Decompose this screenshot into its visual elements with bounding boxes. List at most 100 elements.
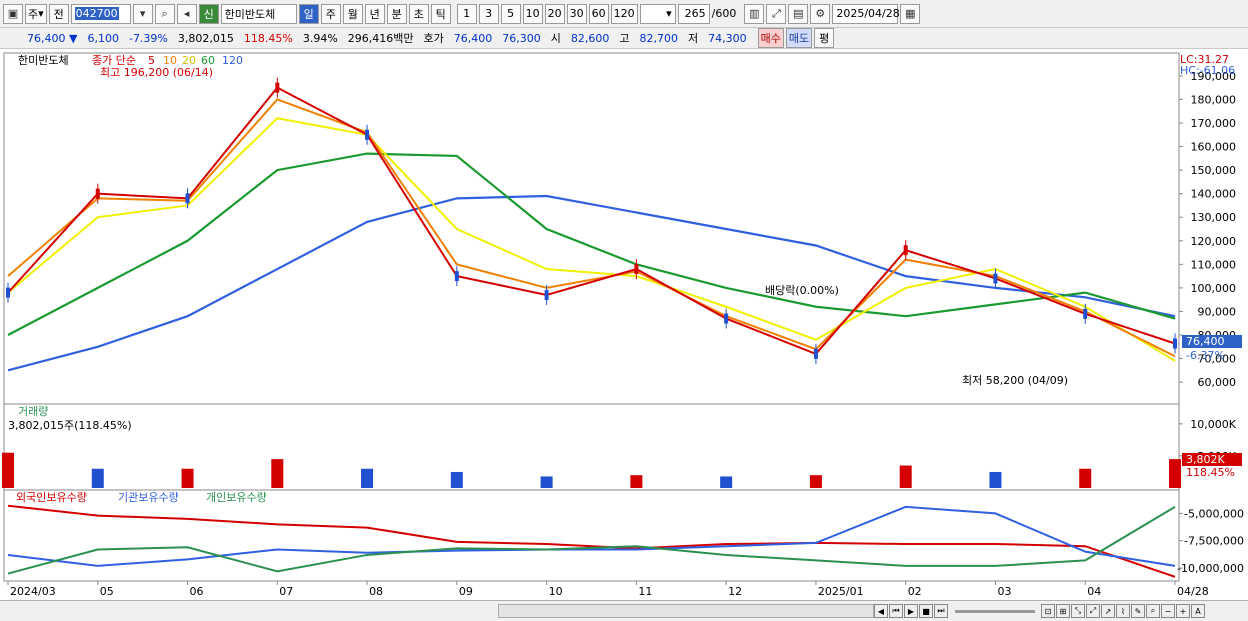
bottom-bar: ◀ ⏮ ▶ ■ ⏭ ⊡ ⊞ ⤡ ⤢ ↗ ⌇ ✎ ⌕ − + A — [0, 600, 1248, 621]
zoom-in-icon[interactable]: + — [1176, 604, 1190, 618]
price-ytick-label: 120,000 — [1191, 235, 1237, 248]
ask-price: 76,400 — [453, 31, 493, 45]
scroll-left-icon[interactable]: ◀ — [874, 604, 888, 618]
volume-ratio: 118.45% — [243, 31, 293, 45]
x-tick-label: 07 — [279, 585, 293, 598]
change-value: 6,100 — [87, 31, 119, 45]
change-pct: -7.39% — [128, 31, 168, 45]
sell-button[interactable]: 매도 — [785, 28, 813, 48]
tab-second[interactable]: 초 — [408, 3, 429, 24]
minute-3[interactable]: 3 — [478, 3, 499, 24]
volume-ratio-tag: 118.45% — [1186, 466, 1235, 479]
tool-icon-2[interactable]: ⊞ — [1056, 604, 1070, 618]
zoom-slider[interactable] — [955, 609, 1035, 613]
play-icon[interactable]: ▶ — [904, 604, 918, 618]
save-icon[interactable]: ▤ — [788, 3, 809, 24]
minute-120[interactable]: 120 — [610, 3, 638, 24]
tab-month[interactable]: 월 — [342, 3, 363, 24]
holder-legend-foreign: 외국인보유수량 — [16, 491, 87, 504]
current-price: 76,400 ▼ — [27, 31, 78, 45]
minute-20[interactable]: 20 — [544, 3, 565, 24]
calendar-icon[interactable]: ▦ — [900, 3, 921, 24]
volume-bar — [809, 475, 822, 488]
x-tick-label: 03 — [997, 585, 1011, 598]
price-ytick-label: 60,000 — [1198, 376, 1237, 389]
price-ytick-label: 180,000 — [1191, 93, 1237, 106]
turnover-rate: 3.94% — [302, 31, 338, 45]
hc-value: HC:-61.06 — [1180, 64, 1235, 77]
holder-legend-individual: 개인보유수량 — [206, 491, 267, 504]
x-tick-label: 06 — [190, 585, 204, 598]
custom-period-select[interactable]: ▾ — [639, 3, 676, 24]
minute-1[interactable]: 1 — [456, 3, 477, 24]
eval-button[interactable]: 평 — [814, 28, 835, 48]
candle-type-icon[interactable]: ▥ — [744, 3, 765, 24]
low-label: 저 — [688, 32, 699, 45]
x-tick-label: 12 — [728, 585, 742, 598]
tab-year[interactable]: 년 — [364, 3, 385, 24]
x-tick-label: 05 — [100, 585, 114, 598]
last-page-icon[interactable]: ⏭ — [934, 604, 948, 618]
holder-ytick-label: -7,500,000 — [1184, 535, 1244, 548]
x-tick-label: 2024/03 — [10, 585, 56, 598]
low-note: 최저 58,200 (04/09) — [962, 374, 1068, 387]
volume-bar — [1169, 459, 1181, 488]
prev-button[interactable]: 전 — [48, 3, 69, 24]
candle-body — [724, 313, 729, 324]
code-dropdown-icon[interactable]: ▾ — [132, 3, 153, 24]
tab-tick[interactable]: 틱 — [430, 3, 451, 24]
tab-week[interactable]: 주 — [320, 3, 341, 24]
price-ytick-label: 170,000 — [1191, 117, 1237, 130]
stop-icon[interactable]: ■ — [919, 604, 933, 618]
period-select[interactable]: 주 ▾ — [25, 3, 47, 24]
price-ytick-label: 130,000 — [1191, 211, 1237, 224]
volume-bar — [2, 452, 14, 488]
search-icon[interactable]: ⌕ — [154, 3, 175, 24]
horizontal-scrollbar[interactable] — [498, 604, 874, 618]
candle-body — [1173, 338, 1177, 349]
minute-5[interactable]: 5 — [500, 3, 521, 24]
holder-legend-institution: 기관보유수량 — [118, 491, 179, 504]
zoom-icon[interactable]: ⌕ — [1146, 604, 1160, 618]
volume-bar — [989, 471, 1002, 488]
x-tick-label: 2025/01 — [818, 585, 864, 598]
x-tick-label: 10 — [549, 585, 563, 598]
date-input[interactable]: 2025/04/28 — [832, 3, 900, 24]
chart-area[interactable]: 190,000180,000170,000160,000150,000140,0… — [0, 49, 1248, 600]
speaker-icon[interactable]: ◂ — [176, 3, 197, 24]
tab-minute[interactable]: 분 — [386, 3, 407, 24]
tab-day[interactable]: 일 — [298, 3, 319, 24]
candle-body — [1083, 308, 1088, 319]
chart-window-icon[interactable]: ▣ — [3, 3, 23, 24]
volume-ytick-label: 10,000K — [1190, 418, 1236, 431]
minute-60[interactable]: 60 — [588, 3, 609, 24]
minute-10[interactable]: 10 — [522, 3, 543, 24]
draw-tool-icon[interactable]: ⤢ — [766, 3, 787, 24]
x-tick-label: 09 — [459, 585, 473, 598]
font-size-icon[interactable]: A — [1191, 604, 1205, 618]
candle-body — [365, 129, 370, 140]
minute-30[interactable]: 30 — [566, 3, 587, 24]
stock-code-input[interactable]: 042700 — [70, 3, 131, 24]
tool-icon-1[interactable]: ⊡ — [1041, 604, 1055, 618]
price-ytick-label: 140,000 — [1191, 188, 1237, 201]
first-page-icon[interactable]: ⏮ — [889, 604, 903, 618]
buy-button[interactable]: 매수 — [757, 28, 784, 48]
x-tick-label: 04 — [1087, 585, 1101, 598]
candle-body — [95, 188, 100, 199]
tool-icon-5[interactable]: ↗ — [1101, 604, 1115, 618]
tool-icon-4[interactable]: ⤢ — [1086, 604, 1100, 618]
stock-name-field[interactable]: 한미반도체 — [220, 3, 297, 24]
open-label: 시 — [550, 32, 561, 45]
candle-body — [454, 271, 459, 282]
high-price: 82,700 — [639, 31, 679, 45]
tool-icon-7[interactable]: ✎ — [1131, 604, 1145, 618]
tool-icon-6[interactable]: ⌇ — [1116, 604, 1130, 618]
count-input[interactable]: 265 — [677, 3, 710, 24]
zoom-out-icon[interactable]: − — [1161, 604, 1175, 618]
volume-value: 3,802,015 — [177, 31, 234, 45]
price-ytick-label: 150,000 — [1191, 164, 1237, 177]
tool-icon-3[interactable]: ⤡ — [1071, 604, 1085, 618]
bid-price: 76,300 — [502, 31, 541, 45]
gear-icon[interactable]: ⚙ — [810, 3, 831, 24]
